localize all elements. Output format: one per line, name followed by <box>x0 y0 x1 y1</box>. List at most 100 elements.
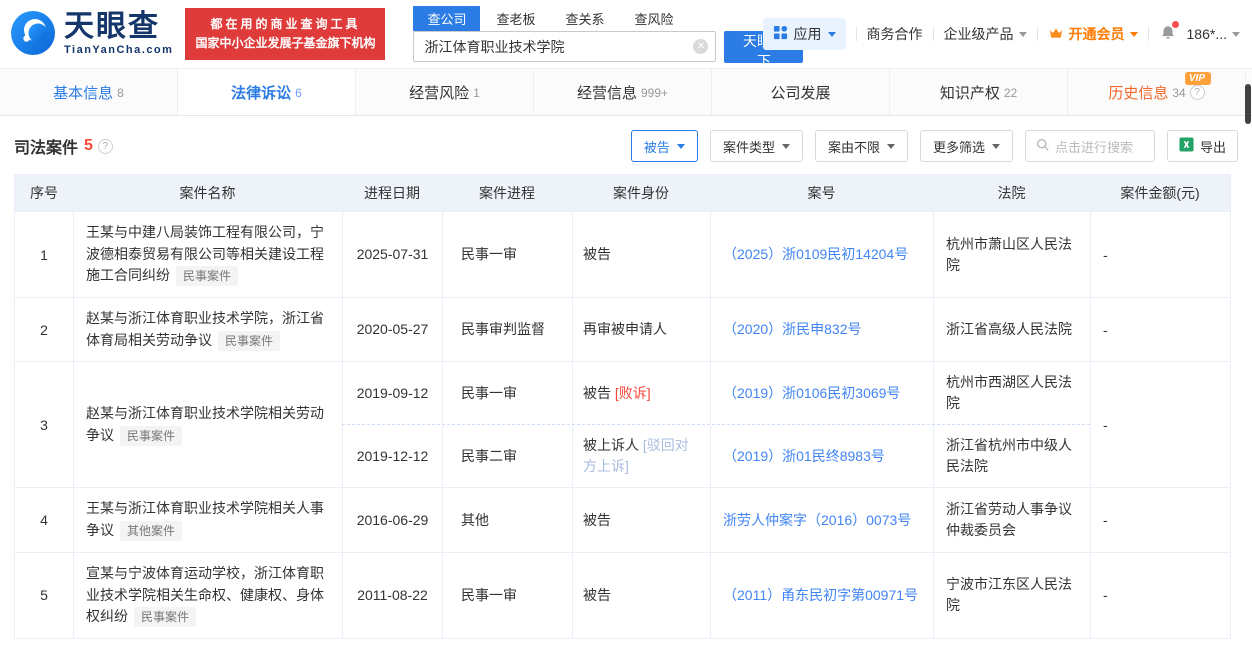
promo-banner: 都在用的商业查询工具 国家中小企业发展子基金旗下机构 <box>185 8 385 60</box>
tab-5[interactable]: 公司发展 <box>712 69 890 115</box>
apps-menu[interactable]: 应用 <box>763 18 846 50</box>
tab-label: 基本信息 <box>53 82 113 103</box>
case-number-link[interactable]: （2019）浙01民终8983号 <box>710 425 933 487</box>
tab-3[interactable]: 经营风险1 <box>356 69 534 115</box>
top-nav: 应用 商务合作 企业级产品 开通会员 <box>763 0 1240 68</box>
search-tab-查关系[interactable]: 查关系 <box>551 6 618 31</box>
promo-line1: 都在用的商业查询工具 <box>195 15 375 34</box>
tab-4[interactable]: 经营信息999+ <box>534 69 712 115</box>
case-date: 2011-08-22 <box>342 553 442 638</box>
col-header-6: 案号 <box>710 175 933 211</box>
caret-down-icon <box>782 144 790 149</box>
case-role-cell: 被告 <box>572 553 710 638</box>
caret-down-icon <box>1019 32 1027 37</box>
enterprise-label: 企业级产品 <box>944 24 1014 44</box>
scrollbar-thumb[interactable] <box>1245 84 1251 124</box>
table-body: 1王某与中建八局装饰工程有限公司，宁波德相泰贸易有限公司等相关建设工程施工合同纠… <box>15 211 1230 638</box>
notifications-bell[interactable] <box>1159 24 1177 45</box>
case-amount: - <box>1090 298 1230 361</box>
company-search-input[interactable] <box>413 31 716 62</box>
case-type-badge: 民事案件 <box>218 331 280 351</box>
case-entries: 2025-07-31民事一审被告（2025）浙0109民初14204号杭州市萧山… <box>342 212 1090 297</box>
divider <box>1148 27 1149 41</box>
case-name: 王某与浙江体育职业技术学院相关人事争议其他案件 <box>86 498 330 541</box>
case-entry: 2025-07-31民事一审被告（2025）浙0109民初14204号杭州市萧山… <box>342 212 1090 297</box>
case-entries: 2020-05-27民事审判监督再审被申请人（2020）浙民申832号浙江省高级… <box>342 298 1090 361</box>
case-entry: 2019-09-12民事一审被告 [败诉]（2019）浙0106民初3069号杭… <box>342 362 1090 424</box>
tianyancha-logo[interactable]: 天眼查 TianYanCha.com <box>10 10 173 59</box>
case-amount: - <box>1090 362 1230 487</box>
excel-icon <box>1179 137 1194 155</box>
court-name: 杭州市萧山区人民法院 <box>933 212 1090 297</box>
tab-count: 6 <box>295 86 302 100</box>
case-name-cell: 王某与中建八局装饰工程有限公司，宁波德相泰贸易有限公司等相关建设工程施工合同纠纷… <box>73 212 342 297</box>
case-number-link[interactable]: （2020）浙民申832号 <box>710 298 933 361</box>
filter-label: 更多筛选 <box>933 137 985 156</box>
table-row: 5宣某与宁波体育运动学校，浙江体育职业技术学院相关生命权、健康权、身体权纠纷民事… <box>15 552 1230 638</box>
row-index: 1 <box>15 212 73 297</box>
case-number-link[interactable]: （2019）浙0106民初3069号 <box>710 362 933 424</box>
table-row: 2赵某与浙江体育职业技术学院，浙江省体育局相关劳动争议民事案件2020-05-2… <box>15 297 1230 361</box>
caret-down-icon <box>887 144 895 149</box>
tab-1[interactable]: 基本信息 8 <box>0 69 178 115</box>
export-button[interactable]: 导出 <box>1167 130 1238 162</box>
filter-1[interactable]: 被告 <box>631 130 698 162</box>
table-header: 序号案件名称进程日期案件进程案件身份案号法院案件金额(元) <box>15 175 1230 211</box>
nav-enterprise-products[interactable]: 企业级产品 <box>944 24 1027 44</box>
case-number: （2019）浙0106民初3069号 <box>723 383 900 404</box>
caret-down-icon <box>992 144 1000 149</box>
case-table: 序号案件名称进程日期案件进程案件身份案号法院案件金额(元) 1王某与中建八局装饰… <box>14 174 1231 639</box>
filter-3[interactable]: 案由不限 <box>815 130 908 162</box>
case-role: 被告 <box>583 585 611 606</box>
tab-count: 22 <box>1004 86 1017 100</box>
row-index: 2 <box>15 298 73 361</box>
top-header: 天眼查 TianYanCha.com 都在用的商业查询工具 国家中小企业发展子基… <box>0 0 1252 68</box>
help-icon[interactable]: ? <box>98 139 113 154</box>
case-number-link[interactable]: 浙劳人仲案字（2016）0073号 <box>710 488 933 551</box>
case-entry: 2011-08-22民事一审被告（2011）甬东民初字第00971号宁波市江东区… <box>342 553 1090 638</box>
case-role: 被告 <box>583 244 611 265</box>
table-row: 3赵某与浙江体育职业技术学院相关劳动争议民事案件2019-09-12民事一审被告… <box>15 361 1230 487</box>
case-date: 2020-05-27 <box>342 298 442 361</box>
search-tabs: 查公司查老板查关系查风险 <box>413 6 803 31</box>
account-menu[interactable]: 186*... <box>1187 26 1240 42</box>
case-role-cell: 被告 <box>572 488 710 551</box>
col-header-5: 案件身份 <box>572 175 710 211</box>
search-tab-查公司[interactable]: 查公司 <box>413 6 480 31</box>
case-stage: 其他 <box>442 488 572 551</box>
case-role-cell: 再审被申请人 <box>572 298 710 361</box>
brand-domain: TianYanCha.com <box>64 45 173 56</box>
nav-business-cooperation[interactable]: 商务合作 <box>867 24 923 44</box>
tab-7[interactable]: 历史信息34VIP? <box>1068 69 1246 115</box>
filter-label: 被告 <box>644 137 670 156</box>
court-name: 浙江省劳动人事争议仲裁委员会 <box>933 488 1090 551</box>
case-stage: 民事一审 <box>442 362 572 424</box>
tab-label: 公司发展 <box>770 82 830 103</box>
brand-name: 天眼查 <box>64 12 173 42</box>
case-entries: 2011-08-22民事一审被告（2011）甬东民初字第00971号宁波市江东区… <box>342 553 1090 638</box>
vip-label: 开通会员 <box>1069 24 1125 44</box>
case-number-link[interactable]: （2011）甬东民初字第00971号 <box>710 553 933 638</box>
filter-2[interactable]: 案件类型 <box>710 130 803 162</box>
biz-label: 商务合作 <box>867 24 923 44</box>
row-index: 3 <box>15 362 73 487</box>
case-name-cell: 宣某与宁波体育运动学校，浙江体育职业技术学院相关生命权、健康权、身体权纠纷民事案… <box>73 553 342 638</box>
col-header-8: 案件金额(元) <box>1090 175 1230 211</box>
section-title: 司法案件 <box>14 134 78 158</box>
case-stage: 民事二审 <box>442 425 572 487</box>
search-tab-查老板[interactable]: 查老板 <box>482 6 549 31</box>
tab-2[interactable]: 法律诉讼6 <box>178 69 356 115</box>
table-search-input[interactable]: 点击进行搜索 <box>1025 130 1155 162</box>
case-role: 被告 [败诉] <box>583 383 651 404</box>
tab-6[interactable]: 知识产权 22 <box>890 69 1068 115</box>
search-icon <box>1036 138 1049 154</box>
tab-label: 知识产权 <box>940 82 1000 103</box>
app-grid-icon <box>773 25 788 43</box>
tab-count: 8 <box>117 86 124 100</box>
case-number-link[interactable]: （2025）浙0109民初14204号 <box>710 212 933 297</box>
caret-down-icon <box>1130 32 1138 37</box>
col-header-1: 序号 <box>15 175 73 211</box>
search-tab-查风险[interactable]: 查风险 <box>621 6 688 31</box>
nav-open-vip[interactable]: 开通会员 <box>1048 24 1138 44</box>
filter-4[interactable]: 更多筛选 <box>920 130 1013 162</box>
